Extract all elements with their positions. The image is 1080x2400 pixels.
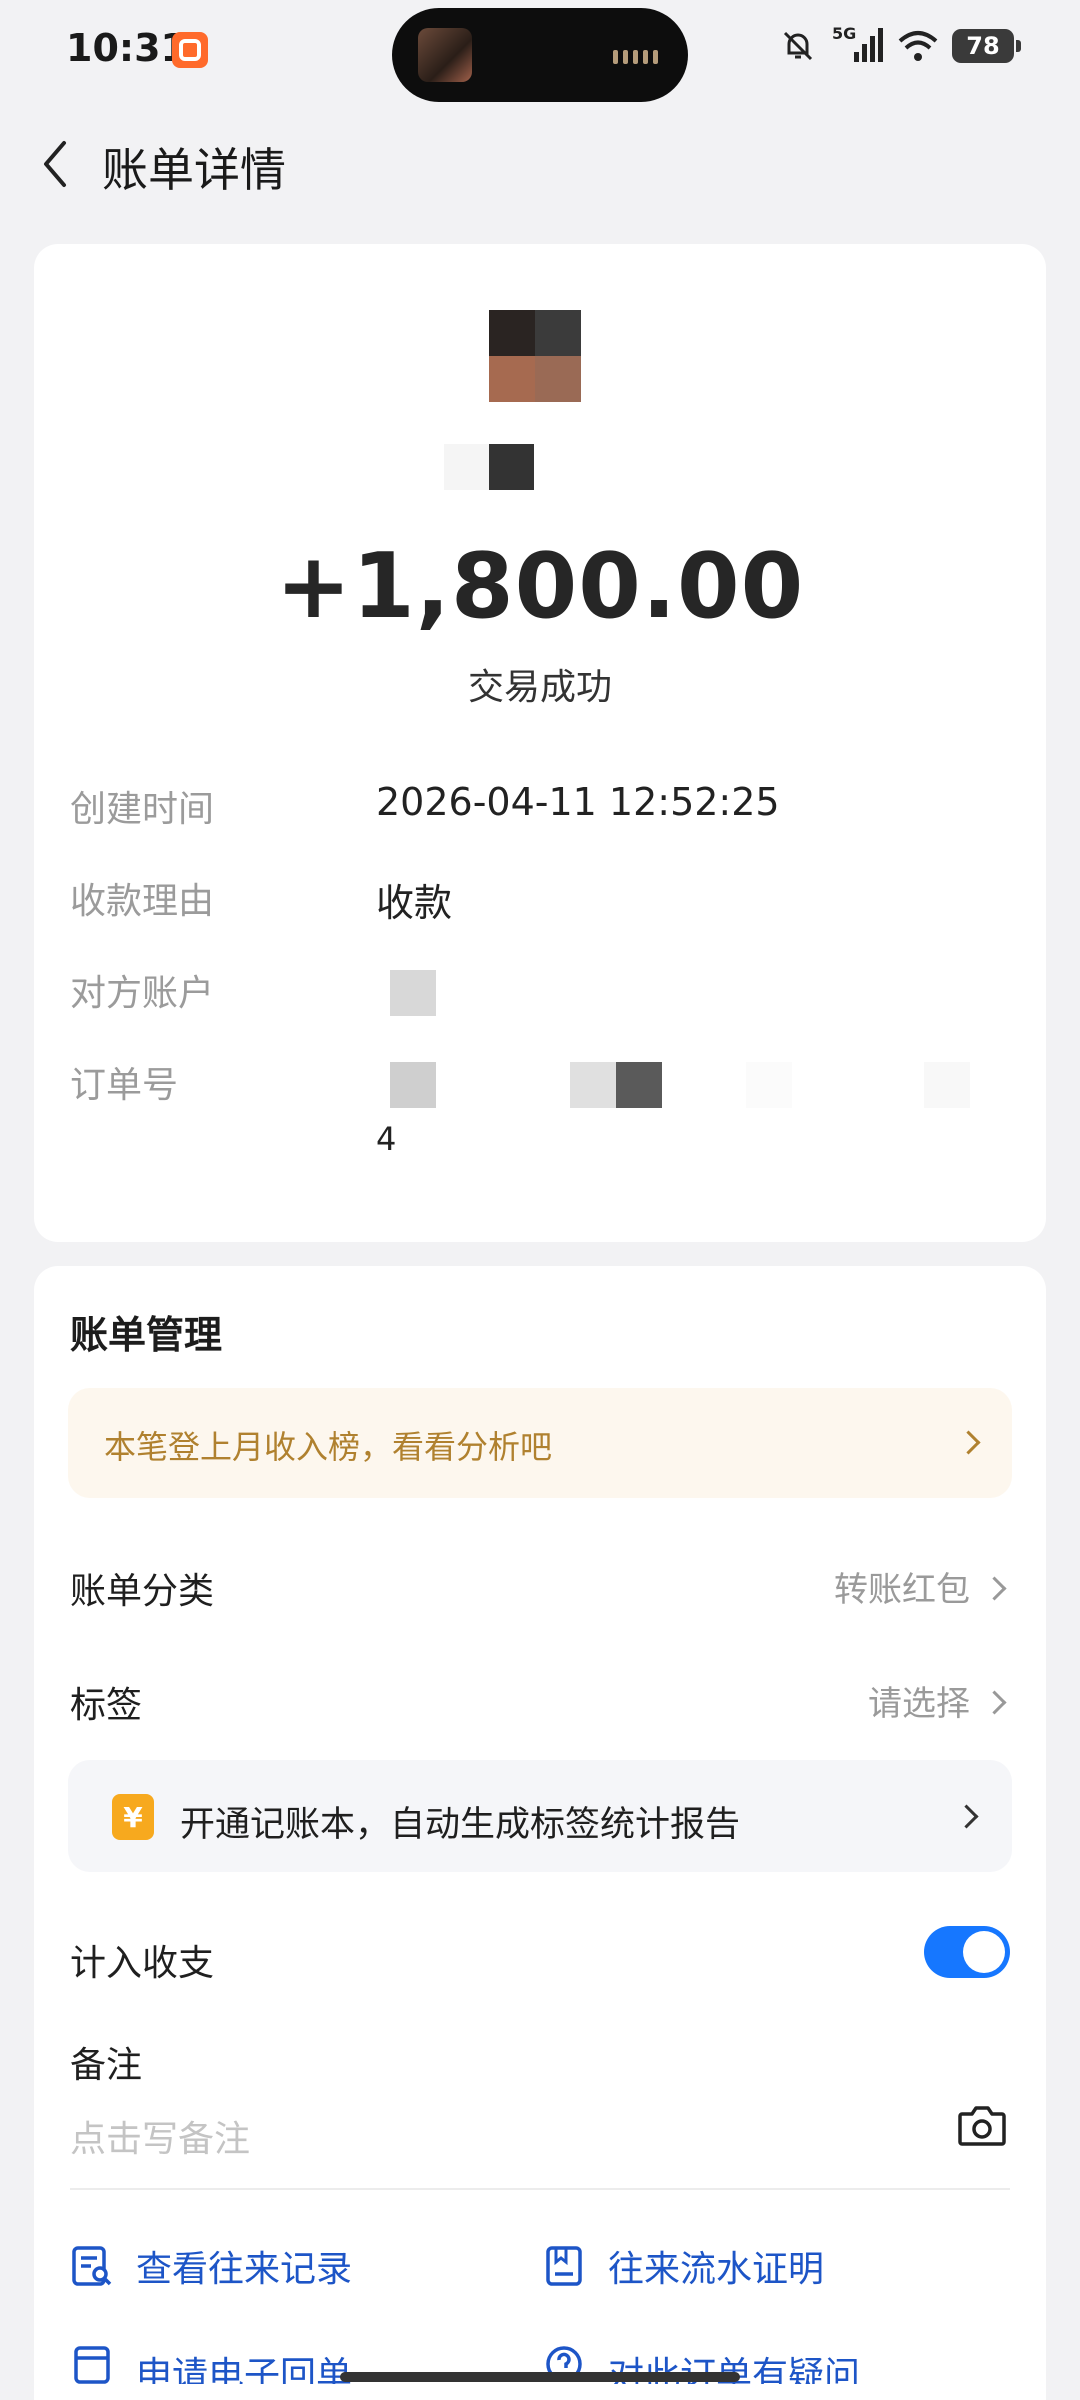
battery-icon: 78 xyxy=(952,29,1021,63)
tag-row[interactable]: 标签 请选择 xyxy=(70,1676,1010,1736)
transaction-amount: +1,800.00 xyxy=(275,534,805,639)
page-title: 账单详情 xyxy=(102,143,286,197)
home-indicator[interactable] xyxy=(340,2372,740,2382)
status-icons: 5G 78 xyxy=(778,24,1021,66)
order-number-redacted xyxy=(924,1062,970,1108)
transaction-card: +1,800.00 交易成功 创建时间 2026-04-11 12:52:25 … xyxy=(34,244,1046,1242)
chevron-right-icon xyxy=(956,1428,984,1456)
link-label: 往来流水证明 xyxy=(608,2249,825,2290)
order-number-redacted xyxy=(616,1062,662,1108)
header: 账单详情 xyxy=(0,118,1080,208)
link-label: 查看往来记录 xyxy=(136,2249,353,2290)
info-label: 创建时间 xyxy=(70,789,215,830)
bill-management-card: 账单管理 本笔登上月收入榜，看看分析吧 账单分类 转账红包 标签 请选择 ¥ 开… xyxy=(34,1266,1046,2400)
dynamic-island[interactable] xyxy=(392,8,688,102)
income-rank-banner[interactable]: 本笔登上月收入榜，看看分析吧 xyxy=(68,1388,1012,1498)
banner-text: 本笔登上月收入榜，看看分析吧 xyxy=(104,1428,553,1466)
count-in-ledger-row: 计入收支 xyxy=(70,1926,1010,1994)
ledger-banner[interactable]: ¥ 开通记账本，自动生成标签统计报告 xyxy=(68,1760,1012,1872)
statement-icon xyxy=(546,2246,582,2286)
info-label: 对方账户 xyxy=(70,973,215,1014)
signal-icon: 5G xyxy=(832,24,884,66)
ledger-text: 开通记账本，自动生成标签统计报告 xyxy=(180,1805,741,1845)
order-number-redacted xyxy=(746,1062,792,1108)
info-row-reason: 收款理由 收款 xyxy=(70,872,1010,932)
status-time: 10:31 xyxy=(66,26,187,70)
app-notification-icon xyxy=(172,32,208,68)
info-row-order-number: 订单号 4 xyxy=(70,1056,1010,1176)
record-search-icon xyxy=(72,2246,112,2286)
chevron-right-icon xyxy=(982,1574,1010,1602)
transaction-status: 交易成功 xyxy=(467,667,612,708)
count-in-ledger-toggle[interactable] xyxy=(924,1926,1010,1978)
wifi-icon xyxy=(898,26,938,66)
row-label: 账单分类 xyxy=(70,1571,215,1612)
media-thumbnail xyxy=(418,28,472,82)
section-title: 账单管理 xyxy=(70,1313,223,1357)
info-label: 收款理由 xyxy=(70,881,215,922)
chevron-right-icon xyxy=(954,1802,982,1830)
row-value: 转账红包 xyxy=(834,1570,970,1610)
counterparty-redacted xyxy=(390,970,436,1016)
info-value: 2026-04-11 12:52:25 xyxy=(376,780,780,824)
order-number-redacted xyxy=(390,1062,436,1108)
e-receipt-link[interactable]: 申请电子回单 xyxy=(70,2344,352,2384)
row-value: 请选择 xyxy=(868,1684,970,1724)
info-row-created-time: 创建时间 2026-04-11 12:52:25 xyxy=(70,780,1010,840)
link-label: 申请电子回单 xyxy=(136,2355,353,2384)
row-label: 备注 xyxy=(70,2045,143,2086)
row-label: 标签 xyxy=(70,1685,143,1726)
order-number-tail: 4 xyxy=(376,1120,397,1158)
note-placeholder: 点击写备注 xyxy=(70,2119,251,2160)
info-label: 订单号 xyxy=(70,1065,179,1106)
row-label: 计入收支 xyxy=(70,1943,215,1984)
ledger-yuan-icon: ¥ xyxy=(112,1794,154,1840)
camera-icon[interactable] xyxy=(954,2098,1010,2154)
info-row-counterparty: 对方账户 xyxy=(70,964,1010,1024)
note-row: 备注 xyxy=(70,2036,1010,2096)
back-icon[interactable] xyxy=(30,136,80,192)
chevron-right-icon xyxy=(982,1688,1010,1716)
payer-name-redacted xyxy=(444,444,534,490)
note-input[interactable]: 点击写备注 xyxy=(70,2106,1010,2190)
payer-avatar[interactable] xyxy=(489,310,581,402)
mute-icon xyxy=(778,26,818,66)
view-history-link[interactable]: 查看往来记录 xyxy=(70,2238,352,2294)
info-value: 收款 xyxy=(376,881,453,925)
receipt-icon xyxy=(74,2346,110,2384)
statement-proof-link[interactable]: 往来流水证明 xyxy=(542,2238,824,2294)
order-number-redacted xyxy=(570,1062,616,1108)
bill-category-row[interactable]: 账单分类 转账红包 xyxy=(70,1562,1010,1622)
status-bar: 10:31 5G 78 xyxy=(0,0,1080,102)
network-type: 5G xyxy=(832,24,857,43)
audio-bars-icon xyxy=(613,50,658,64)
